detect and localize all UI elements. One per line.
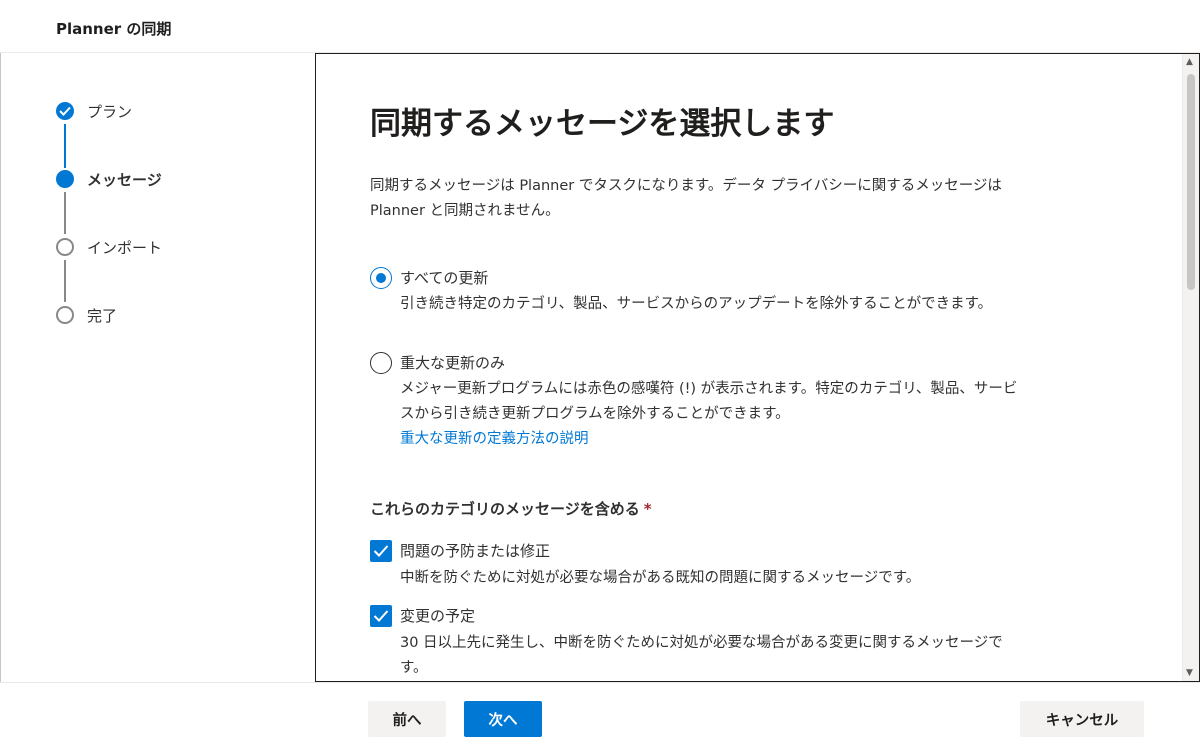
learn-more-link[interactable]: 重大な更新の定義方法の説明 bbox=[400, 431, 589, 447]
vertical-scrollbar[interactable]: ▲ ▼ bbox=[1182, 54, 1199, 681]
dialog-title: Planner の同期 bbox=[56, 20, 172, 38]
step-label: メッセージ bbox=[87, 171, 162, 189]
step-connector bbox=[64, 124, 66, 168]
radio-button[interactable] bbox=[370, 352, 392, 374]
back-button[interactable]: 前へ bbox=[368, 701, 446, 737]
scroll-up-arrow-icon[interactable]: ▲ bbox=[1186, 57, 1193, 67]
scrollbar-thumb[interactable] bbox=[1187, 74, 1195, 290]
categories-heading-text: これらのカテゴリのメッセージを含める bbox=[370, 500, 640, 518]
step-label: プラン bbox=[87, 103, 133, 121]
category-description: 中断を防ぐために対処が必要な場合がある既知の問題に関するメッセージです。 bbox=[400, 570, 921, 586]
cancel-button[interactable]: キャンセル bbox=[1020, 701, 1144, 737]
page-title: 同期するメッセージを選択します bbox=[370, 106, 835, 142]
dialog-footer: 前へ 次へ キャンセル bbox=[0, 682, 1200, 752]
category-description: 30 日以上先に発生し、中断を防ぐために対処が必要な場合がある変更に関するメッセ… bbox=[400, 635, 1003, 676]
scroll-down-arrow-icon[interactable]: ▼ bbox=[1186, 668, 1193, 678]
page-description: 同期するメッセージは Planner でタスクになります。データ プライバシーに… bbox=[370, 178, 1002, 219]
content-panel: 同期するメッセージを選択します 同期するメッセージは Planner でタスクに… bbox=[315, 53, 1200, 682]
dialog-left-border bbox=[0, 53, 1, 683]
next-button[interactable]: 次へ bbox=[464, 701, 542, 737]
option-description: メジャー更新プログラムには赤色の感嘆符 (!) が表示されます。特定のカテゴリ、… bbox=[400, 377, 1030, 452]
option-description: 引き続き特定のカテゴリ、製品、サービスからのアップデートを除外することができます… bbox=[400, 296, 993, 312]
checkbox[interactable] bbox=[370, 605, 392, 627]
step-connector bbox=[64, 192, 66, 234]
current-step-dot-icon bbox=[56, 170, 74, 188]
option-title: すべての更新 bbox=[400, 269, 489, 287]
step-connector bbox=[64, 260, 66, 302]
checkbox[interactable] bbox=[370, 540, 392, 562]
empty-circle-icon bbox=[56, 306, 74, 324]
empty-circle-icon bbox=[56, 238, 74, 256]
check-circle-icon bbox=[56, 102, 74, 120]
required-marker: * bbox=[643, 500, 652, 518]
option-title: 重大な更新のみ bbox=[400, 354, 506, 372]
step-label: インポート bbox=[87, 239, 163, 257]
categories-heading: これらのカテゴリのメッセージを含める * bbox=[370, 498, 652, 519]
step-label: 完了 bbox=[87, 307, 118, 325]
category-title: 問題の予防または修正 bbox=[400, 542, 551, 560]
category-title: 変更の予定 bbox=[400, 607, 476, 625]
option-description-text: メジャー更新プログラムには赤色の感嘆符 (!) が表示されます。特定のカテゴリ、… bbox=[400, 381, 1018, 422]
dialog-header: Planner の同期 bbox=[0, 0, 1200, 53]
radio-button[interactable] bbox=[370, 267, 392, 289]
